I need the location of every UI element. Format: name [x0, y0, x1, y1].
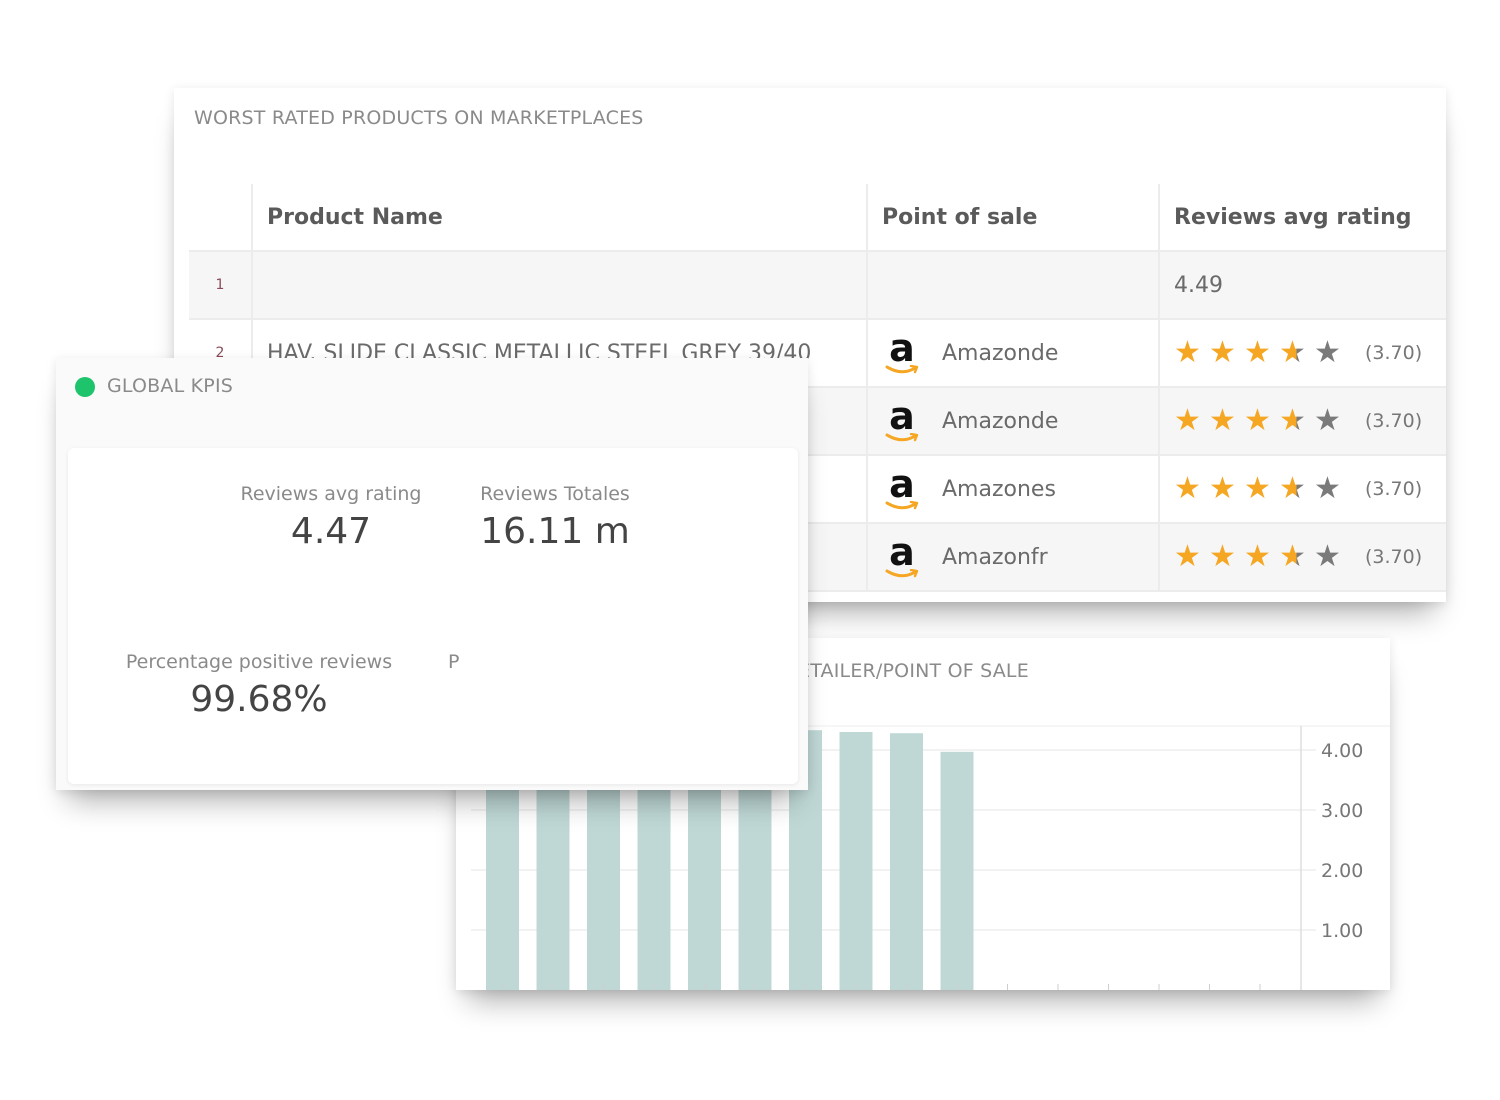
point-of-sale-cell: a Amazones: [868, 456, 1160, 522]
product-name-cell: [253, 252, 868, 318]
star-icon: ★: [1244, 539, 1271, 574]
amazon-logo-icon: a: [882, 464, 922, 514]
star-icon: ★: [1174, 403, 1201, 438]
star-icon: ★: [1314, 335, 1341, 370]
rating-cell: 4.49: [1160, 252, 1446, 318]
star-icon: ★: [1244, 471, 1271, 506]
table-row[interactable]: 1 4.49: [189, 252, 1446, 320]
worst-rated-title: WORST RATED PRODUCTS ON MARKETPLACES: [194, 107, 644, 129]
star-icon: ★: [1314, 403, 1341, 438]
amazon-logo-icon: a: [882, 328, 922, 378]
star-icon: ★: [1279, 474, 1314, 504]
kpi-label: Reviews avg rating: [240, 483, 422, 505]
star-rating: ★ ★ ★ ★ ★: [1174, 474, 1349, 504]
point-of-sale-cell: a Amazonfr: [868, 524, 1160, 590]
point-of-sale-name: Amazonde: [942, 408, 1059, 434]
star-rating: ★ ★ ★ ★ ★: [1174, 542, 1349, 572]
star-icon: ★: [1314, 471, 1341, 506]
rating-value: (3.70): [1365, 410, 1423, 432]
star-icon: ★: [1279, 338, 1314, 368]
bar[interactable]: [890, 733, 923, 990]
point-of-sale-cell: a Amazonde: [868, 320, 1160, 386]
star-icon: ★: [1174, 335, 1201, 370]
product-name-column-header[interactable]: Product Name: [253, 184, 868, 250]
star-icon: ★: [1209, 539, 1236, 574]
rating-value: (3.70): [1365, 546, 1423, 568]
amazon-logo-icon: a: [882, 396, 922, 446]
kpi-label: Percentage positive reviews: [125, 651, 393, 673]
rating-value: (3.70): [1365, 342, 1423, 364]
star-icon: ★: [1174, 471, 1201, 506]
status-dot-icon: [75, 377, 95, 397]
star-icon: ★: [1209, 335, 1236, 370]
star-rating: ★ ★ ★ ★ ★: [1174, 338, 1349, 368]
row-index: 1: [189, 252, 253, 318]
global-kpis-card: GLOBAL KPIS Reviews avg rating 4.47 Revi…: [56, 358, 808, 790]
y-tick-label: 4.00: [1321, 740, 1363, 762]
point-of-sale-column-header[interactable]: Point of sale: [868, 184, 1160, 250]
y-tick-label: 3.00: [1321, 800, 1363, 822]
star-icon: ★: [1279, 542, 1314, 572]
point-of-sale-name: Amazonfr: [942, 544, 1048, 570]
point-of-sale-name: Amazones: [942, 476, 1056, 502]
y-tick-label: 1.00: [1321, 920, 1363, 942]
amazon-logo-icon: a: [882, 532, 922, 582]
global-kpis-title: GLOBAL KPIS: [107, 375, 234, 397]
index-column-header: [189, 184, 253, 250]
point-of-sale-name: Amazonde: [942, 340, 1059, 366]
rating-value: 4.49: [1174, 272, 1223, 298]
kpi-value: 4.47: [290, 511, 372, 552]
rating-cell: ★ ★ ★ ★ ★ (3.70): [1160, 456, 1446, 522]
reviews-avg-rating-column-header[interactable]: Reviews avg rating: [1160, 184, 1446, 250]
y-tick-label: 2.00: [1321, 860, 1363, 882]
star-icon: ★: [1279, 406, 1314, 436]
star-icon: ★: [1244, 335, 1271, 370]
kpi-value: 16.11 m: [480, 511, 630, 552]
rating-cell: ★ ★ ★ ★ ★ (3.70): [1160, 524, 1446, 590]
star-icon: ★: [1209, 403, 1236, 438]
bar[interactable]: [839, 732, 873, 990]
star-icon: ★: [1244, 403, 1271, 438]
kpi-label: Reviews Totales: [480, 483, 630, 505]
rating-cell: ★ ★ ★ ★ ★ (3.70): [1160, 320, 1446, 386]
rating-cell: ★ ★ ★ ★ ★ (3.70): [1160, 388, 1446, 454]
kpi-percentage-positive-reviews: Percentage positive reviews 99.68%: [104, 651, 414, 720]
star-rating: ★ ★ ★ ★ ★: [1174, 406, 1349, 436]
point-of-sale-cell: [868, 252, 1160, 318]
kpi-reviews-totales: Reviews Totales 16.11 m: [464, 483, 646, 552]
kpi-reviews-avg-rating: Reviews avg rating 4.47: [229, 483, 433, 552]
star-icon: ★: [1209, 471, 1236, 506]
kpi-panel: Reviews avg rating 4.47 Reviews Totales …: [68, 448, 798, 784]
table-header-row: Product Name Point of sale Reviews avg r…: [189, 184, 1446, 252]
star-icon: ★: [1174, 539, 1201, 574]
point-of-sale-cell: a Amazonde: [868, 388, 1160, 454]
bar[interactable]: [940, 751, 974, 990]
kpi-value: 99.68%: [190, 679, 328, 720]
rating-value: (3.70): [1365, 478, 1423, 500]
kpi-clipped-label: P: [448, 651, 460, 673]
star-icon: ★: [1314, 539, 1341, 574]
